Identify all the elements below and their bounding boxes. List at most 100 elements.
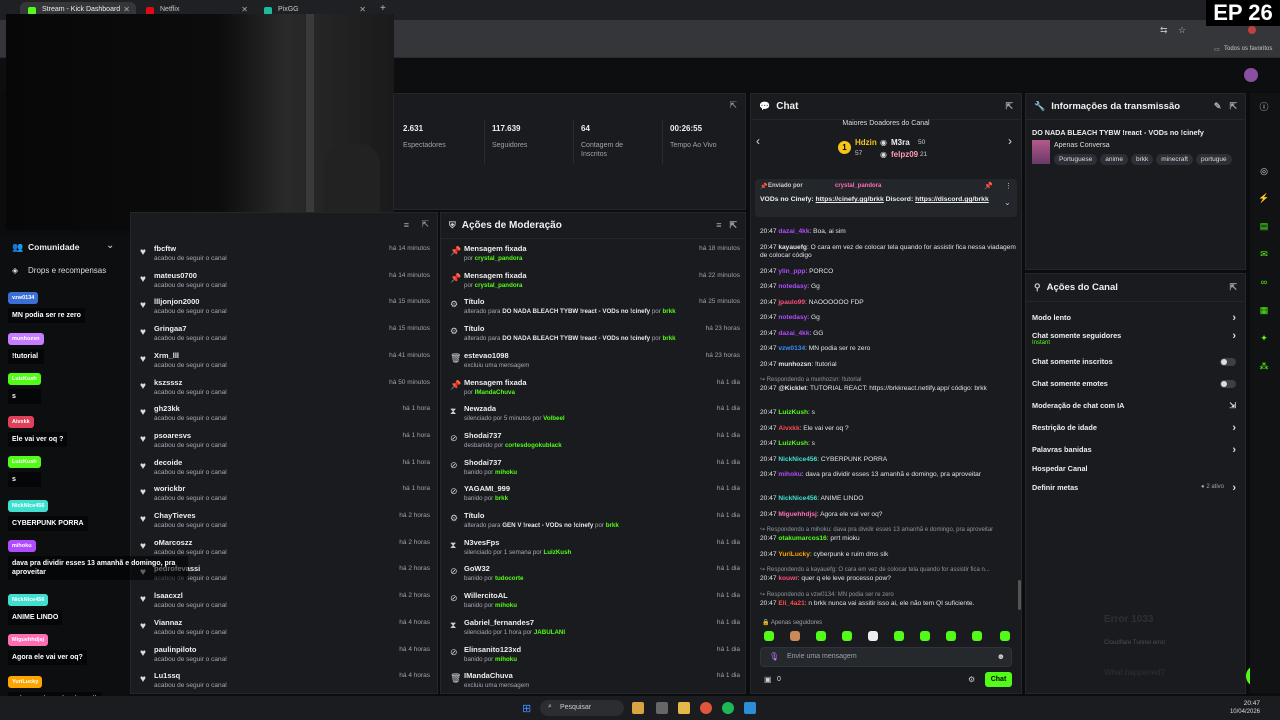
translate-icon[interactable]: ⇆ — [1160, 25, 1168, 36]
chat-message[interactable]: 20:47 dazai_4kk: GG — [760, 330, 1018, 339]
chat-message[interactable]: 20:47 dazai_4kk: Boa, ai sim — [760, 228, 1018, 237]
moderator-name[interactable]: IMandaChuva — [475, 389, 515, 396]
message-username[interactable]: NickNice456 — [778, 456, 817, 463]
unpin-icon[interactable]: 📌 — [984, 182, 993, 190]
follower-row[interactable]: ♥ worickbr acabou de seguir o canal há 1 ho… — [136, 481, 434, 507]
moderator-name[interactable]: LuizKush — [543, 549, 571, 556]
moderator-name[interactable]: mihoku — [495, 656, 517, 663]
moderator-name[interactable]: Volbeel — [543, 415, 565, 422]
lightning-icon[interactable]: ⚡ — [1253, 187, 1275, 209]
chevron-right-icon[interactable]: › — [1008, 134, 1012, 148]
link-icon[interactable]: ∞ — [1253, 271, 1275, 293]
follower-row[interactable]: ♥ kszsssz acabou de seguir o canal há 50 mi… — [136, 375, 434, 401]
chat-message[interactable]: 20:47 Miguehhdjsj: Agora ele vai ver oq? — [760, 511, 1018, 520]
users-icon[interactable]: ⁂ — [1253, 355, 1275, 377]
chat-message[interactable]: 20:47 notedasy: Gg — [760, 283, 1018, 292]
emote-icon[interactable] — [764, 631, 774, 641]
channel-action-palavras-banidas[interactable]: Palavras banidas › — [1032, 444, 1238, 465]
message-username[interactable]: @Kicklet — [778, 385, 806, 392]
chat-message[interactable]: 20:47 jpaulo99: NAOOOOOO FDP — [760, 299, 1018, 308]
info-icon[interactable]: ⓘ — [1253, 95, 1275, 117]
channel-action-chat-somente-inscritos[interactable]: Chat somente inscritos — [1032, 357, 1238, 377]
follower-row[interactable]: ♥ Gringaa7 acabou de seguir o canal há 15 m… — [136, 321, 434, 347]
follower-row[interactable]: ♥ Xrm_lll acabou de seguir o canal há 41 mi… — [136, 348, 434, 374]
all-bookmarks-link[interactable]: Todos os favoritos — [1224, 46, 1272, 52]
popout-icon[interactable]: ⇱ — [1229, 101, 1237, 112]
emote-icon[interactable] — [816, 631, 826, 641]
spotify-icon[interactable] — [722, 702, 734, 714]
send-chat-button[interactable]: Chat — [985, 672, 1012, 687]
chat-message[interactable]: 20:47 otakumarcos16: prrt mioku — [760, 535, 1018, 544]
new-tab-icon[interactable]: + — [380, 3, 386, 14]
moderation-row[interactable]: ⊘ Elinsanito123xd banido por mihoku há 1 di… — [444, 642, 744, 668]
moderation-row[interactable]: ⊘ Shodai737 banido por mihoku há 1 dia — [444, 455, 744, 481]
emote-icon[interactable] — [790, 631, 800, 641]
camera-icon[interactable]: ◎ — [1253, 160, 1275, 182]
message-username[interactable]: kouwr — [778, 575, 797, 582]
popout-icon[interactable]: ⇱ — [1005, 101, 1013, 112]
emote-icon[interactable] — [920, 631, 930, 641]
emote-icon[interactable] — [894, 631, 904, 641]
follower-row[interactable]: ♥ gh23kk acabou de seguir o canal há 1 hora — [136, 401, 434, 427]
channel-action-definir-metas[interactable]: Definir metas ● 2 ativo › — [1032, 482, 1238, 503]
moderation-row[interactable]: ⊘ Shodai737 desbanido por cortesdogokublac… — [444, 428, 744, 454]
channel-action-modo-lento[interactable]: Modo lento › — [1032, 312, 1238, 333]
moderator-name[interactable]: brkk — [606, 522, 619, 529]
close-tab-icon[interactable]: ✕ — [123, 5, 130, 14]
message-username[interactable]: vzw0134 — [778, 345, 805, 352]
chat-message[interactable]: 20:47 LuizKush: s — [760, 440, 1018, 449]
moderator-name[interactable]: JABULANI — [534, 629, 565, 636]
taskbar-search[interactable]: ⌕ Pesquisar — [540, 700, 624, 716]
chat-message[interactable]: 20:47 LuizKush: s — [760, 409, 1018, 418]
profile-avatar[interactable] — [1248, 26, 1256, 34]
follower-row[interactable]: ♥ decoide acabou de seguir o canal há 1 hor… — [136, 455, 434, 481]
emote-icon[interactable] — [946, 631, 956, 641]
channel-action-hospedar-canal[interactable]: Hospedar Canal — [1032, 464, 1238, 484]
community-title[interactable]: Comunidade — [28, 242, 79, 252]
edit-pencil-icon[interactable]: ✎ — [1214, 101, 1222, 112]
follower-row[interactable]: ♥ lsaacxzl acabou de seguir o canal há 2 ho… — [136, 588, 434, 614]
moderator-name[interactable]: cortesdogokublack — [505, 442, 562, 449]
chat-message[interactable]: 20:47 mihoku: dava pra dividir esses 13 … — [760, 471, 1018, 480]
chat-message[interactable]: 20:47 NickNice456: CYBERPUNK PORRA — [760, 456, 1018, 465]
drops-link[interactable]: Drops e recompensas — [28, 266, 106, 275]
moderation-row[interactable]: ⧗ Gabriel_fernandes7 silenciado por 1 hora… — [444, 615, 744, 641]
chat-message[interactable]: 20:47 @Kicklet: TUTORIAL REACT: https://… — [760, 385, 1018, 394]
moderation-row[interactable]: ⚙ Título alterado para DO NADA BLEACH TYBW… — [444, 321, 744, 347]
file-explorer-icon[interactable] — [678, 702, 690, 714]
speech-icon[interactable]: ✉ — [1253, 243, 1275, 265]
message-username[interactable]: jpaulo99 — [778, 299, 805, 306]
pinned-link[interactable]: https://cinefy.gg/brkk — [816, 196, 884, 203]
chat-message[interactable]: 20:47 munhozsn: !tutorial — [760, 361, 1018, 370]
moderation-row[interactable]: ⊘ WillercitoAL banido por mihoku há 1 dia — [444, 588, 744, 614]
moderation-row[interactable]: ⚙ Título alterado para GEN V !react - VODs… — [444, 508, 744, 534]
wrench-icon[interactable]: ✦ — [1253, 327, 1275, 349]
follower-row[interactable]: ♥ mateus0700 acabou de seguir o canal há 14… — [136, 268, 434, 294]
follower-row[interactable]: ♥ Lu1ssq acabou de seguir o canal há 4 hora… — [136, 668, 434, 694]
moderator-name[interactable]: tudocorte — [495, 575, 524, 582]
chat-message[interactable]: 20:47 kayauefg: O cara em vez de colocar… — [760, 244, 1018, 261]
message-username[interactable]: munhozsn — [778, 361, 811, 368]
moderator-name[interactable]: crystal_pandora — [475, 255, 523, 262]
calendar-icon[interactable]: ▦ — [1253, 299, 1275, 321]
chat-message[interactable]: 20:47 kouwr: quer q ele leve processo po… — [760, 575, 1018, 584]
chat-message[interactable]: 20:47 Eli_4a21: n brkk nunca vai assitir… — [760, 600, 1018, 609]
emote-icon[interactable] — [842, 631, 852, 641]
moderator-name[interactable]: mihoku — [495, 602, 517, 609]
message-username[interactable]: kayauefg — [778, 244, 807, 251]
chevron-right-icon[interactable]: › — [1232, 422, 1236, 434]
chevron-down-icon[interactable]: ⌄ — [106, 240, 114, 251]
chevron-right-icon[interactable]: › — [1232, 444, 1236, 456]
chevron-right-icon[interactable]: › — [1232, 330, 1236, 342]
emote-icon[interactable] — [868, 631, 878, 641]
windows-start-icon[interactable]: ⊞ — [522, 702, 531, 715]
message-username[interactable]: ylin_ppp — [778, 268, 805, 275]
chrome-icon[interactable] — [700, 702, 712, 714]
message-username[interactable]: notedasy — [778, 314, 807, 321]
moderation-row[interactable]: ⊘ GoW32 banido por tudocorte há 1 dia — [444, 561, 744, 587]
chevron-down-icon[interactable]: ⌄ — [1004, 198, 1011, 207]
popout-icon[interactable]: ⇱ — [1229, 282, 1237, 293]
close-tab-icon[interactable]: ✕ — [241, 5, 248, 14]
moderator-name[interactable]: brkk — [663, 308, 676, 315]
moderation-row[interactable]: 🗑 estevao1098 excluiu uma mensagem há 23 ho… — [444, 348, 744, 374]
